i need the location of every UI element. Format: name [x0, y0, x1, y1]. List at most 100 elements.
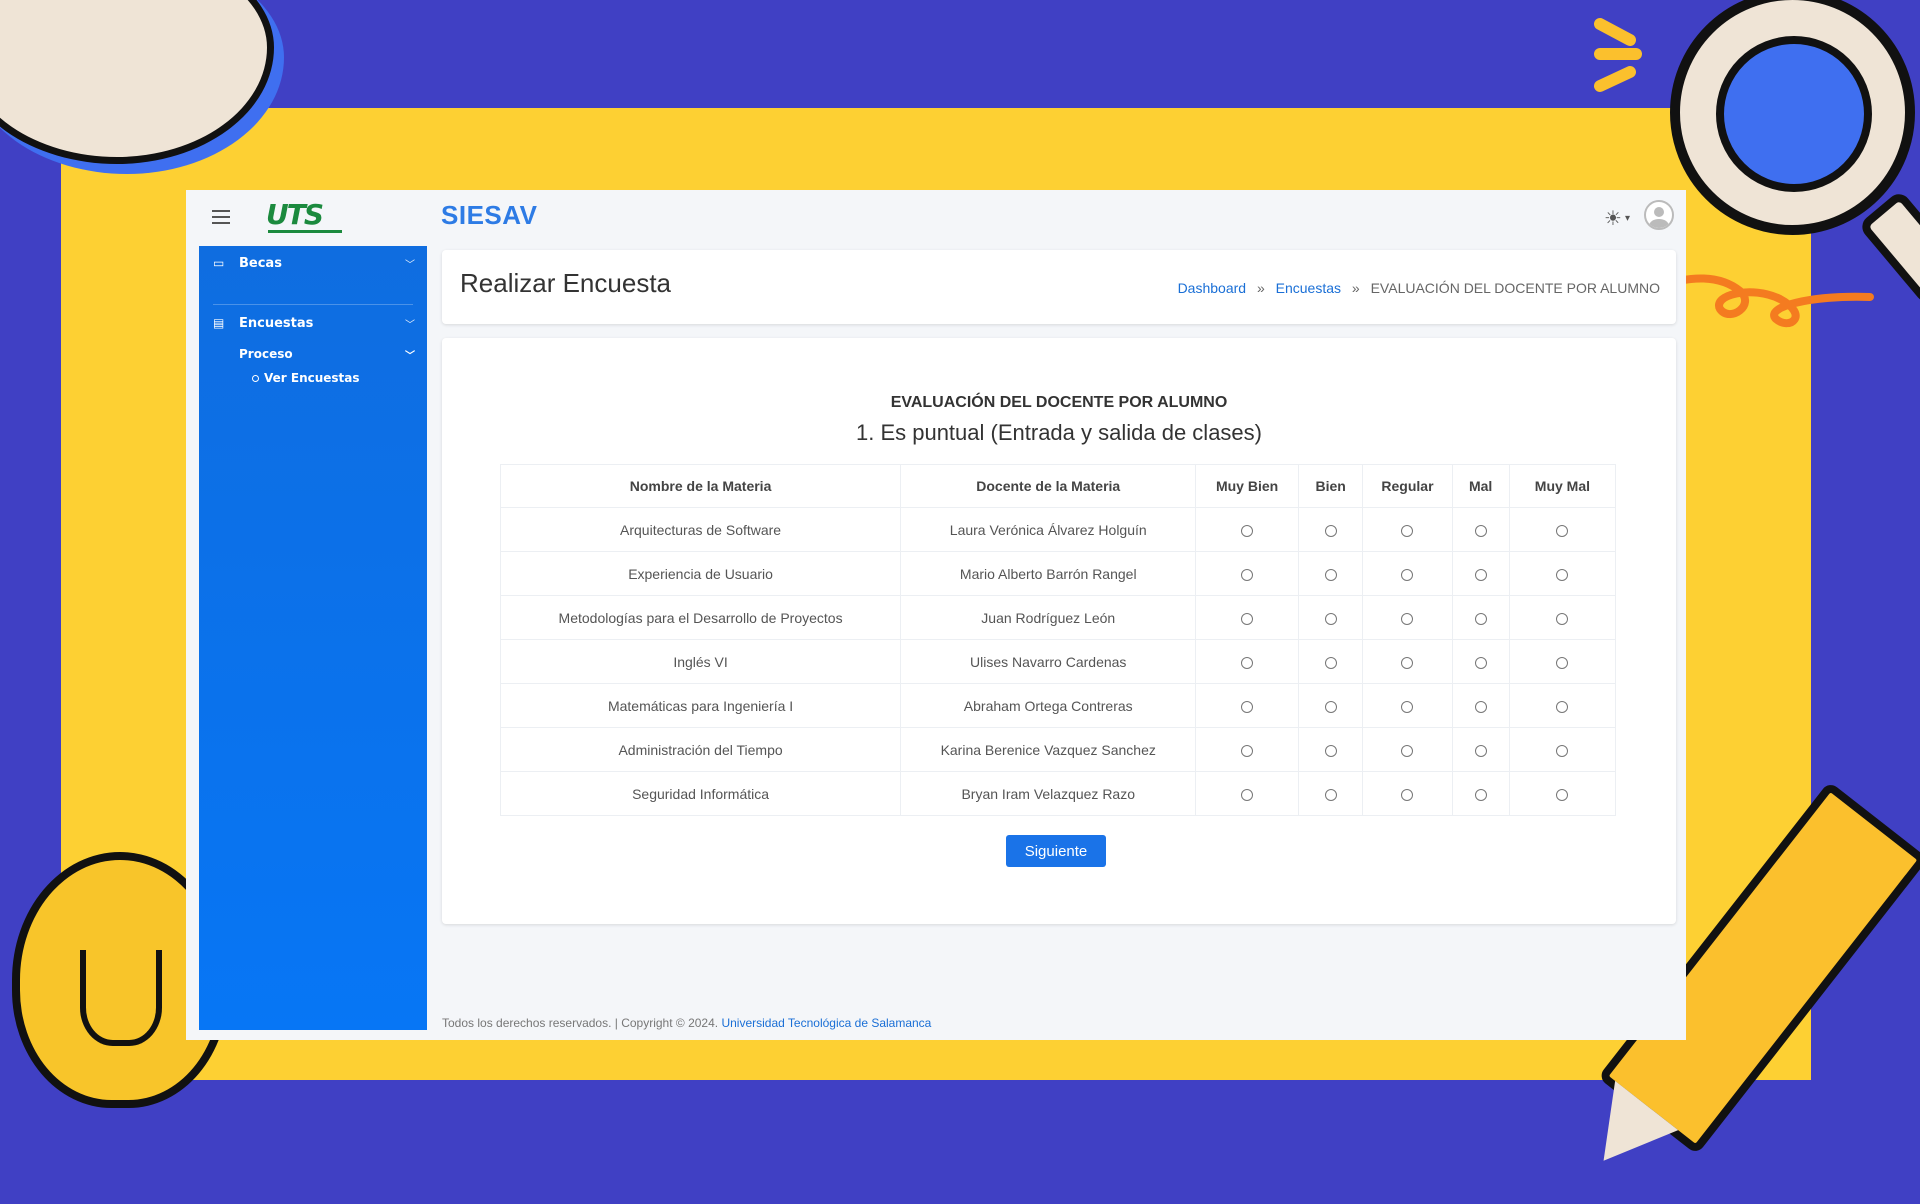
- rating-cell: [1362, 595, 1453, 640]
- rating-radio[interactable]: [1556, 788, 1569, 801]
- next-button[interactable]: Siguiente: [1006, 835, 1106, 867]
- rating-radio[interactable]: [1474, 568, 1487, 581]
- rating-radio[interactable]: [1556, 744, 1569, 757]
- theme-toggle-button[interactable]: ☀ ▾: [1604, 204, 1636, 232]
- breadcrumb-dashboard-link[interactable]: Dashboard: [1178, 280, 1247, 296]
- rating-cell: [1451, 771, 1510, 816]
- footer-university-link[interactable]: Universidad Tecnológica de Salamanca: [721, 1016, 931, 1030]
- rating-cell: [1362, 771, 1453, 816]
- rating-radio[interactable]: [1474, 524, 1487, 537]
- rating-cell: [1362, 683, 1453, 728]
- rating-radio[interactable]: [1324, 568, 1337, 581]
- rating-radio[interactable]: [1324, 700, 1337, 713]
- brand-title[interactable]: SIESAV: [441, 200, 537, 231]
- sidebar-leaf-ver-encuestas[interactable]: Ver Encuestas: [252, 368, 422, 388]
- page-header: Realizar Encuesta Dashboard » Encuestas …: [442, 250, 1676, 324]
- rating-radio[interactable]: [1324, 744, 1337, 757]
- rating-cell: [1362, 639, 1453, 684]
- column-header: Muy Bien: [1195, 464, 1299, 508]
- rating-radio[interactable]: [1324, 656, 1337, 669]
- uts-logo[interactable]: UTS: [266, 200, 344, 236]
- sparkle-decoration: [1594, 18, 1642, 92]
- teacher-cell: Ulises Navarro Cardenas: [900, 639, 1197, 684]
- logo-text: UTS: [266, 198, 324, 231]
- rating-radio[interactable]: [1401, 744, 1414, 757]
- breadcrumb: Dashboard » Encuestas » EVALUACIÓN DEL D…: [1178, 280, 1660, 296]
- rating-radio[interactable]: [1241, 612, 1254, 625]
- rating-cell: [1297, 551, 1364, 596]
- rating-radio[interactable]: [1401, 656, 1414, 669]
- chevron-down-icon: ﹀: [405, 319, 415, 331]
- rating-radio[interactable]: [1241, 656, 1254, 669]
- rating-radio[interactable]: [1324, 524, 1337, 537]
- teacher-cell: Laura Verónica Álvarez Holguín: [900, 507, 1197, 552]
- subject-cell: Arquitecturas de Software: [499, 507, 902, 552]
- rating-radio[interactable]: [1474, 788, 1487, 801]
- user-avatar-icon[interactable]: [1644, 200, 1674, 230]
- sidebar: ▭ Becas ﹀ ▤ Encuestas ﹀ Proceso ﹀ Ver En…: [199, 246, 427, 1030]
- table-row: Experiencia de Usuario Mario Alberto Barr…: [499, 551, 1617, 596]
- teacher-cell: Abraham Ortega Contreras: [900, 683, 1197, 728]
- sidebar-subitem-label: Proceso: [239, 347, 293, 361]
- rating-radio[interactable]: [1241, 524, 1254, 537]
- rating-radio[interactable]: [1401, 568, 1414, 581]
- table-row: Matemáticas para Ingeniería I Abraham Ort…: [499, 683, 1617, 728]
- rating-radio[interactable]: [1556, 524, 1569, 537]
- rating-radio[interactable]: [1241, 744, 1254, 757]
- sidebar-item-becas[interactable]: ▭ Becas ﹀: [199, 248, 427, 278]
- rating-radio[interactable]: [1474, 612, 1487, 625]
- rating-radio[interactable]: [1556, 568, 1569, 581]
- rating-radio[interactable]: [1474, 656, 1487, 669]
- table-row: Administración del Tiempo Karina Berenice…: [499, 727, 1617, 772]
- sidebar-leaf-label: Ver Encuestas: [264, 371, 360, 385]
- rating-cell: [1362, 727, 1453, 772]
- rating-radio[interactable]: [1474, 744, 1487, 757]
- subject-cell: Matemáticas para Ingeniería I: [499, 683, 902, 728]
- rating-cell: [1195, 639, 1299, 684]
- rating-cell: [1297, 595, 1364, 640]
- magnifier-decoration: [1670, 0, 1920, 307]
- column-header: Docente de la Materia: [900, 464, 1197, 508]
- teacher-cell: Bryan Iram Velazquez Razo: [900, 771, 1197, 816]
- hamburger-icon[interactable]: [212, 210, 230, 224]
- rating-radio[interactable]: [1324, 788, 1337, 801]
- magnifier-lens: [1716, 36, 1872, 192]
- rating-radio[interactable]: [1401, 612, 1414, 625]
- rating-radio[interactable]: [1241, 568, 1254, 581]
- rating-radio[interactable]: [1556, 700, 1569, 713]
- rating-radio[interactable]: [1241, 788, 1254, 801]
- rating-cell: [1508, 639, 1617, 684]
- logo-underline: [268, 230, 342, 233]
- rating-radio[interactable]: [1556, 612, 1569, 625]
- top-navbar: UTS SIESAV ☀ ▾: [186, 190, 1686, 246]
- rating-cell: [1195, 727, 1299, 772]
- table-row: Arquitecturas de Software Laura Verónica …: [499, 507, 1617, 552]
- breadcrumb-encuestas-link[interactable]: Encuestas: [1276, 280, 1341, 296]
- rating-radio[interactable]: [1401, 524, 1414, 537]
- table-row: Metodologías para el Desarrollo de Proye…: [499, 595, 1617, 640]
- sidebar-item-label: Encuestas: [239, 315, 314, 331]
- app-window: UTS SIESAV ☀ ▾ ▭ Becas ﹀ ▤ Encuestas ﹀ P…: [186, 190, 1686, 1040]
- rating-radio[interactable]: [1556, 656, 1569, 669]
- sidebar-item-encuestas[interactable]: ▤ Encuestas ﹀: [199, 308, 427, 338]
- table-header-row: Nombre de la Materia Docente de la Mater…: [499, 464, 1617, 508]
- table-row: Seguridad Informática Bryan Iram Velazque…: [499, 771, 1617, 816]
- survey-table: Nombre de la Materia Docente de la Mater…: [499, 464, 1617, 816]
- pencil-tip: [1572, 1080, 1679, 1186]
- rating-cell: [1297, 771, 1364, 816]
- rating-radio[interactable]: [1401, 788, 1414, 801]
- rating-radio[interactable]: [1474, 700, 1487, 713]
- breadcrumb-separator: »: [1351, 280, 1360, 296]
- rating-cell: [1297, 507, 1364, 552]
- subject-cell: Metodologías para el Desarrollo de Proye…: [499, 595, 902, 640]
- sidebar-subitem-proceso[interactable]: Proceso ﹀: [239, 343, 427, 365]
- rating-cell: [1451, 639, 1510, 684]
- teacher-cell: Mario Alberto Barrón Rangel: [900, 551, 1197, 596]
- chevron-down-icon: ﹀: [405, 259, 415, 271]
- rating-cell: [1451, 727, 1510, 772]
- rating-radio[interactable]: [1241, 700, 1254, 713]
- column-header: Nombre de la Materia: [499, 464, 902, 508]
- rating-radio[interactable]: [1401, 700, 1414, 713]
- survey-question: 1. Es puntual (Entrada y salida de clase…: [855, 420, 1262, 445]
- rating-radio[interactable]: [1324, 612, 1337, 625]
